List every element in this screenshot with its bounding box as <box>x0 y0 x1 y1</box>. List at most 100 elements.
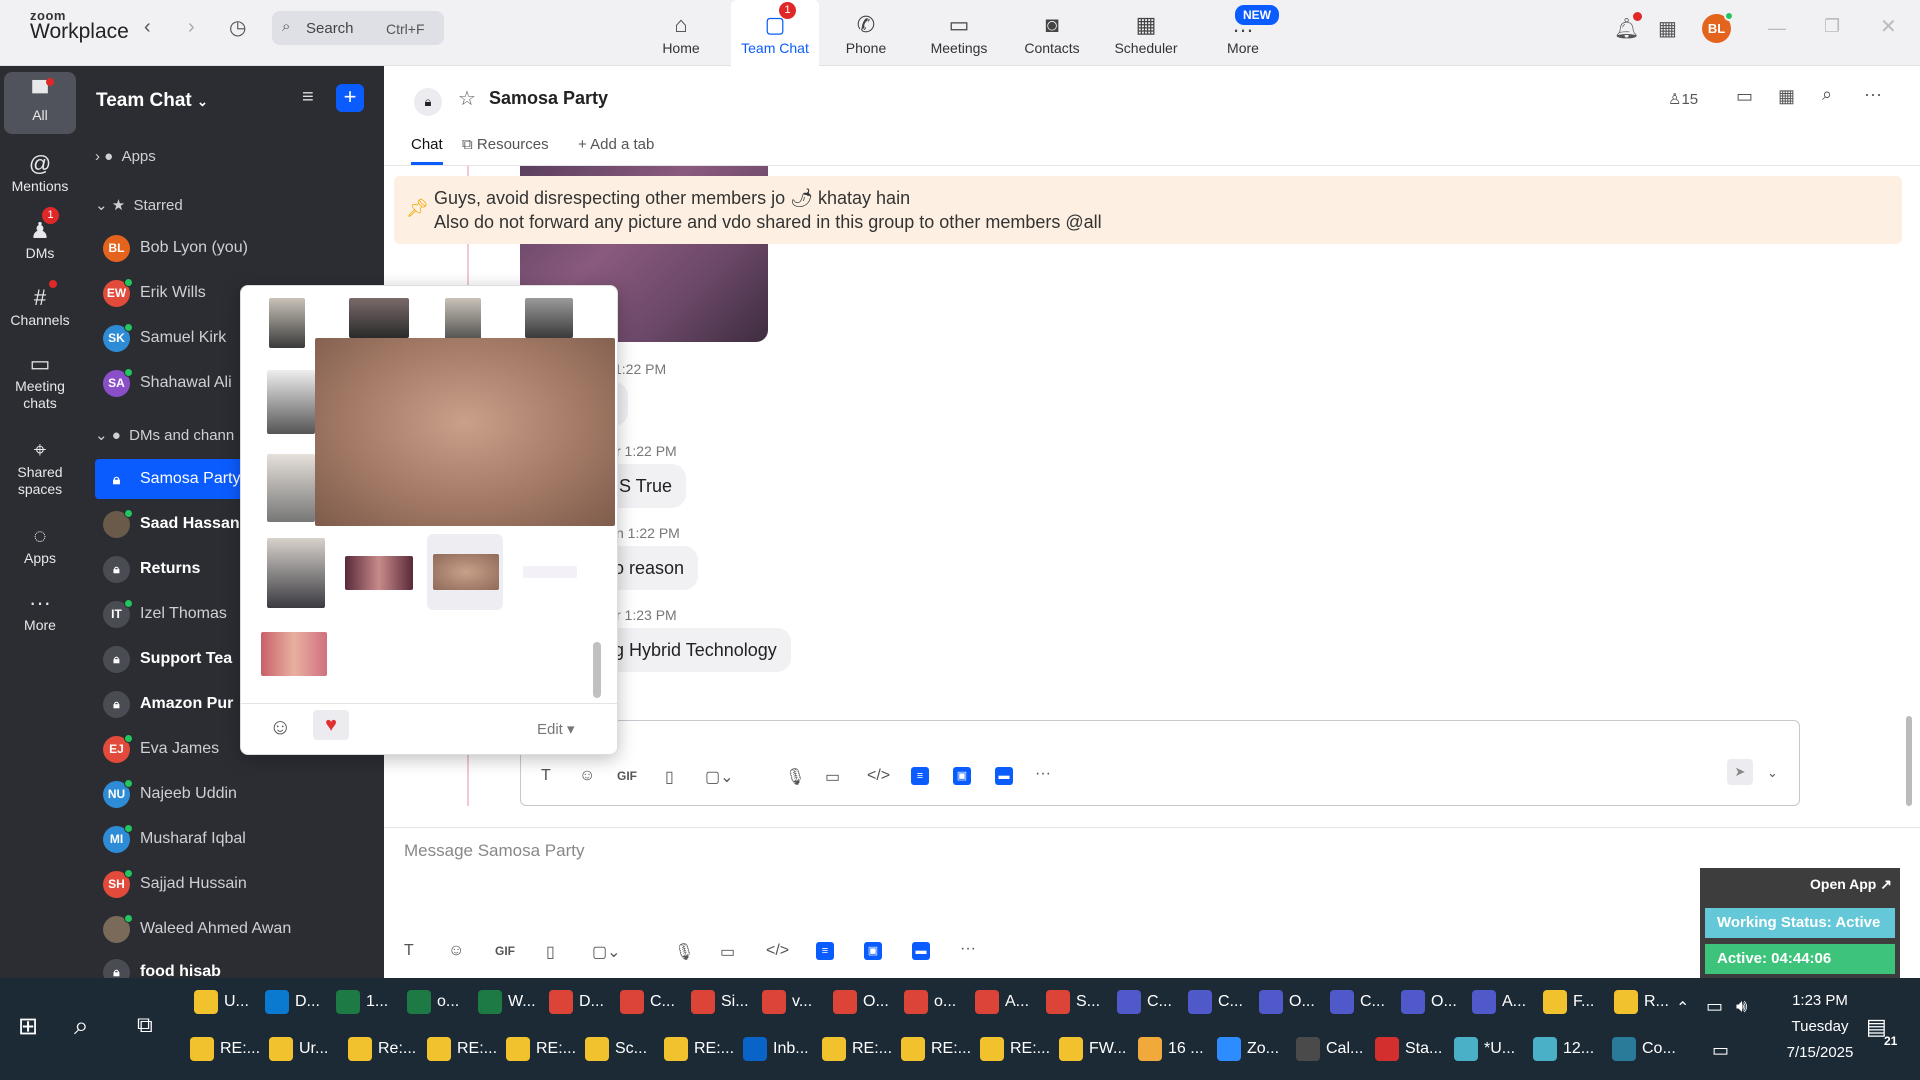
taskbar-app[interactable]: RE:... <box>980 1037 1050 1073</box>
taskbar-app[interactable]: D... <box>549 990 604 1026</box>
taskbar-app[interactable]: A... <box>975 990 1029 1026</box>
app-icon-3[interactable]: ▬ <box>912 942 930 960</box>
taskbar-app[interactable]: D... <box>265 990 320 1026</box>
task-view-icon[interactable]: ⧉ <box>137 1012 153 1038</box>
search-icon[interactable]: ⌕ <box>1822 84 1832 105</box>
search-input[interactable]: ⌕ Search Ctrl+F <box>272 11 444 45</box>
sidebar-item[interactable]: NU Najeeb Uddin <box>95 774 380 814</box>
history-icon[interactable]: ◷ <box>229 15 246 40</box>
taskbar-app[interactable]: Sta... <box>1375 1037 1442 1073</box>
rail-meeting-chats[interactable]: ▭ Meeting chats <box>4 350 76 412</box>
heart-icon[interactable]: ♥ <box>313 710 349 740</box>
video-message-icon[interactable]: ▭ <box>825 767 840 787</box>
filter-icon[interactable]: ≡ <box>302 86 314 109</box>
code-icon[interactable]: </> <box>867 767 890 785</box>
more-icon[interactable]: ··· <box>1864 84 1882 105</box>
format-text-icon[interactable]: T <box>541 767 551 785</box>
video-message-icon[interactable]: ▭ <box>720 942 735 962</box>
emoji-tab-icon[interactable]: ☺ <box>269 714 291 740</box>
new-chat-button[interactable]: + <box>336 84 364 112</box>
taskbar-app[interactable]: o... <box>904 990 956 1026</box>
sidebar-item[interactable]: Waleed Ahmed Awan <box>95 909 380 949</box>
microphone-icon[interactable]: 🎙︎ <box>785 767 805 787</box>
app-icon-2[interactable]: ▣ <box>953 767 971 785</box>
taskbar-app[interactable]: F... <box>1543 990 1594 1026</box>
taskbar-app[interactable]: Sc... <box>585 1037 647 1073</box>
taskbar-app[interactable]: C... <box>1188 990 1243 1026</box>
tab-resources[interactable]: ⧉ Resources <box>462 136 549 153</box>
sidebar-item[interactable]: MI Musharaf Iqbal <box>95 819 380 859</box>
sidebar-item[interactable]: BL Bob Lyon (you) <box>95 228 380 268</box>
file-icon[interactable]: ▯ <box>665 767 674 787</box>
sticker-thumb[interactable] <box>523 566 577 578</box>
rail-all[interactable]: ▀ All <box>4 72 76 134</box>
rail-shared-spaces[interactable]: ⌖ Shared spaces <box>4 436 76 498</box>
sidebar-item[interactable]: SH Sajjad Hussain <box>95 864 380 904</box>
pinned-message[interactable]: 📌︎ Guys, avoid disrespecting other membe… <box>394 176 1902 244</box>
minimize-icon[interactable]: — <box>1768 18 1786 39</box>
taskbar-app[interactable]: Ur... <box>269 1037 328 1073</box>
gif-icon[interactable]: GIF <box>495 944 515 958</box>
taskbar-app[interactable]: W... <box>478 990 536 1026</box>
taskbar-app[interactable]: O... <box>1401 990 1457 1026</box>
taskbar-app[interactable]: RE:... <box>427 1037 497 1073</box>
taskbar-app[interactable]: FW... <box>1059 1037 1126 1073</box>
taskbar-app[interactable]: 1... <box>336 990 388 1026</box>
rail-channels[interactable]: # Channels <box>4 284 76 329</box>
chevron-down-icon[interactable]: ⌄ <box>1767 765 1778 781</box>
sidebar-item[interactable]: 🔒︎ food hisab <box>95 952 380 978</box>
tab-add[interactable]: + Add a tab <box>578 136 654 153</box>
battery-icon[interactable]: ▭ <box>1706 996 1723 1017</box>
network-icon[interactable]: ▭ <box>1712 1040 1729 1061</box>
app-icon-1[interactable]: ≡ <box>816 942 834 960</box>
more-icon[interactable]: ··· <box>1035 765 1051 783</box>
emoji-icon[interactable]: ☺ <box>448 942 464 960</box>
calendar-icon[interactable]: ▦ <box>1778 86 1795 107</box>
sidebar-title[interactable]: Team Chat ⌄ <box>96 90 208 112</box>
sticker-thumb[interactable] <box>261 632 327 676</box>
sticker-thumb[interactable] <box>267 370 315 434</box>
rail-more[interactable]: ··· More <box>4 589 76 634</box>
sticker-thumb[interactable] <box>345 556 413 590</box>
windows-start-icon[interactable]: ⊞ <box>18 1012 38 1041</box>
file-icon[interactable]: ▯ <box>546 942 555 962</box>
taskbar-app[interactable]: C... <box>1330 990 1385 1026</box>
taskbar-app[interactable]: A... <box>1472 990 1526 1026</box>
taskbar-app[interactable]: RE:... <box>190 1037 260 1073</box>
taskbar-app[interactable]: O... <box>833 990 889 1026</box>
members-button[interactable]: ♙15 <box>1668 90 1698 108</box>
section-starred[interactable]: ⌄ ★ Starred <box>95 196 183 214</box>
clock-time[interactable]: 1:23 PM <box>1780 992 1860 1009</box>
tray-chevron-icon[interactable]: ⌃ <box>1676 998 1689 1018</box>
taskbar-app[interactable]: RE:... <box>664 1037 734 1073</box>
reply-composer[interactable]: T ☺ GIF ▯ ▢⌄ 🎙︎ ▭ </> ≡ ▣ ▬ ··· ➤ ⌄ <box>520 720 1800 806</box>
app-icon-1[interactable]: ≡ <box>911 767 929 785</box>
screenshot-icon[interactable]: ▢⌄ <box>592 942 621 962</box>
back-icon[interactable]: ‹ <box>144 16 151 39</box>
taskbar-app[interactable]: Cal... <box>1296 1037 1363 1073</box>
rail-mentions[interactable]: @ Mentions <box>4 150 76 195</box>
screenshot-icon[interactable]: ▢⌄ <box>705 767 734 787</box>
maximize-icon[interactable]: ❐ <box>1824 16 1840 37</box>
app-icon-3[interactable]: ▬ <box>995 767 1013 785</box>
taskbar-app[interactable]: RE:... <box>822 1037 892 1073</box>
edit-button[interactable]: Edit ▾ <box>537 720 575 738</box>
emoji-icon[interactable]: ☺ <box>579 767 595 785</box>
taskbar-app[interactable]: v... <box>762 990 812 1026</box>
open-app-link[interactable]: Open App ↗ <box>1810 876 1892 893</box>
section-apps[interactable]: › ● Apps <box>95 148 156 165</box>
taskbar-app[interactable]: RE:... <box>901 1037 971 1073</box>
nav-team-chat[interactable]: ▢ 1 Team Chat <box>731 0 819 66</box>
volume-icon[interactable]: 🔊︎ <box>1736 996 1747 1017</box>
close-icon[interactable]: ✕ <box>1880 14 1897 39</box>
taskbar-app[interactable]: Si... <box>691 990 749 1026</box>
rail-apps[interactable]: ◌ Apps <box>4 522 76 567</box>
app-icon-2[interactable]: ▣ <box>864 942 882 960</box>
sticker-thumb[interactable] <box>267 454 315 522</box>
taskbar-app[interactable]: Inb... <box>743 1037 809 1073</box>
taskbar-app[interactable]: R... <box>1614 990 1669 1026</box>
taskbar-app[interactable]: o... <box>407 990 459 1026</box>
taskbar-app[interactable]: 12... <box>1533 1037 1594 1073</box>
popup-scrollbar[interactable] <box>593 642 601 698</box>
forward-icon[interactable]: › <box>188 16 195 39</box>
